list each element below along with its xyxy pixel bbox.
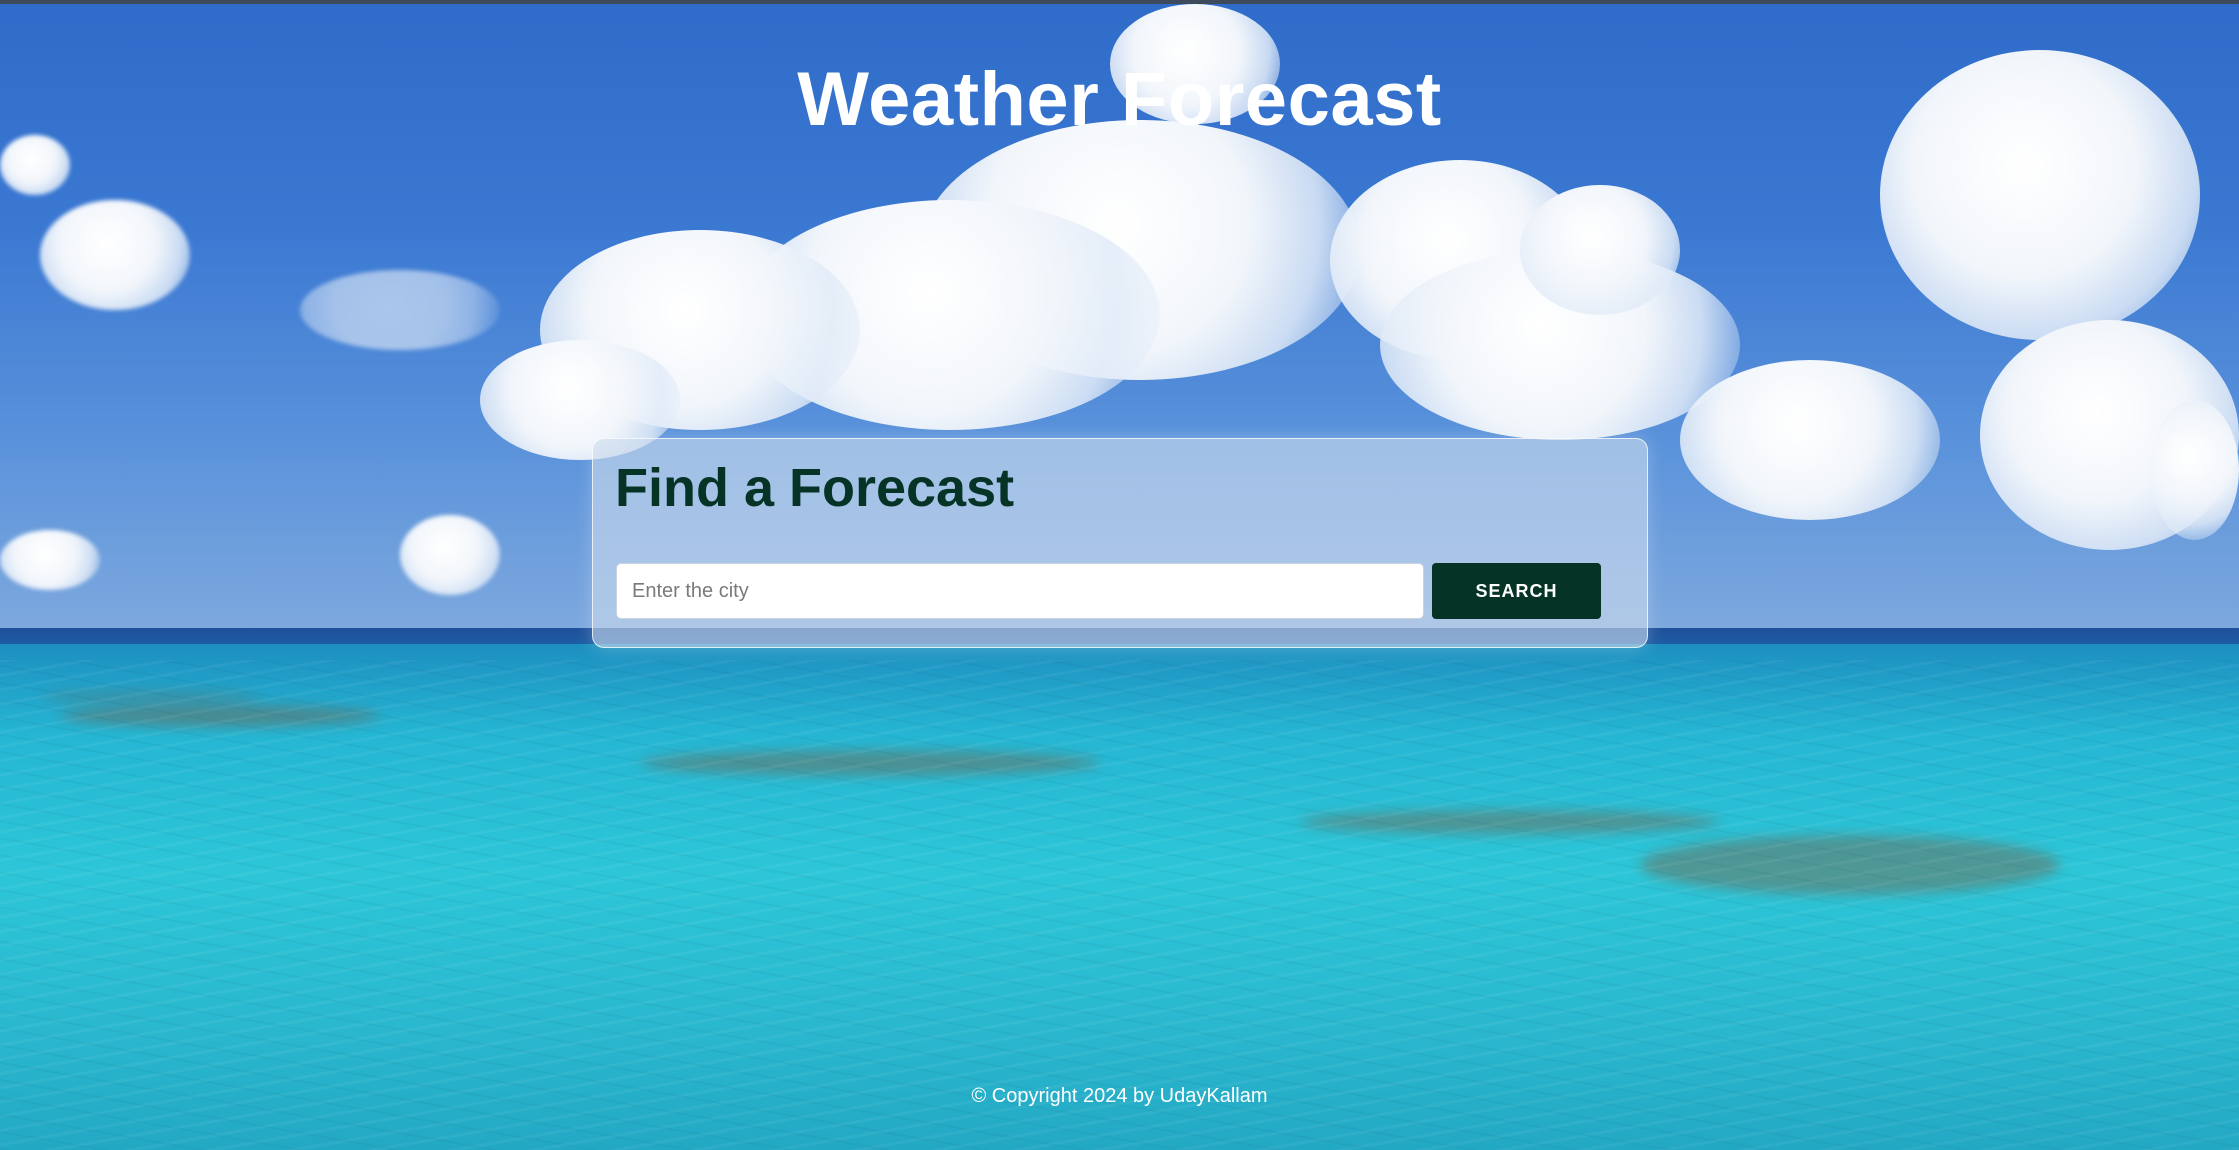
cloud: [1680, 360, 1940, 520]
cloud: [1520, 185, 1680, 315]
cloud: [0, 135, 70, 195]
cloud: [2150, 400, 2239, 540]
city-search-input[interactable]: [616, 563, 1424, 619]
search-button[interactable]: SEARCH: [1432, 563, 1601, 619]
cloud: [400, 515, 500, 595]
cloud: [40, 200, 190, 310]
page-title: Weather Forecast: [797, 57, 1442, 142]
footer-copyright: © Copyright 2024 by UdayKallam: [971, 1085, 1268, 1107]
card-title: Find a Forecast: [615, 458, 1015, 518]
search-card: Find a Forecast SEARCH: [592, 438, 1648, 648]
window-top-edge: [0, 0, 2239, 4]
cloud: [300, 270, 500, 350]
water-texture: [0, 660, 2239, 1150]
cloud: [0, 530, 100, 590]
